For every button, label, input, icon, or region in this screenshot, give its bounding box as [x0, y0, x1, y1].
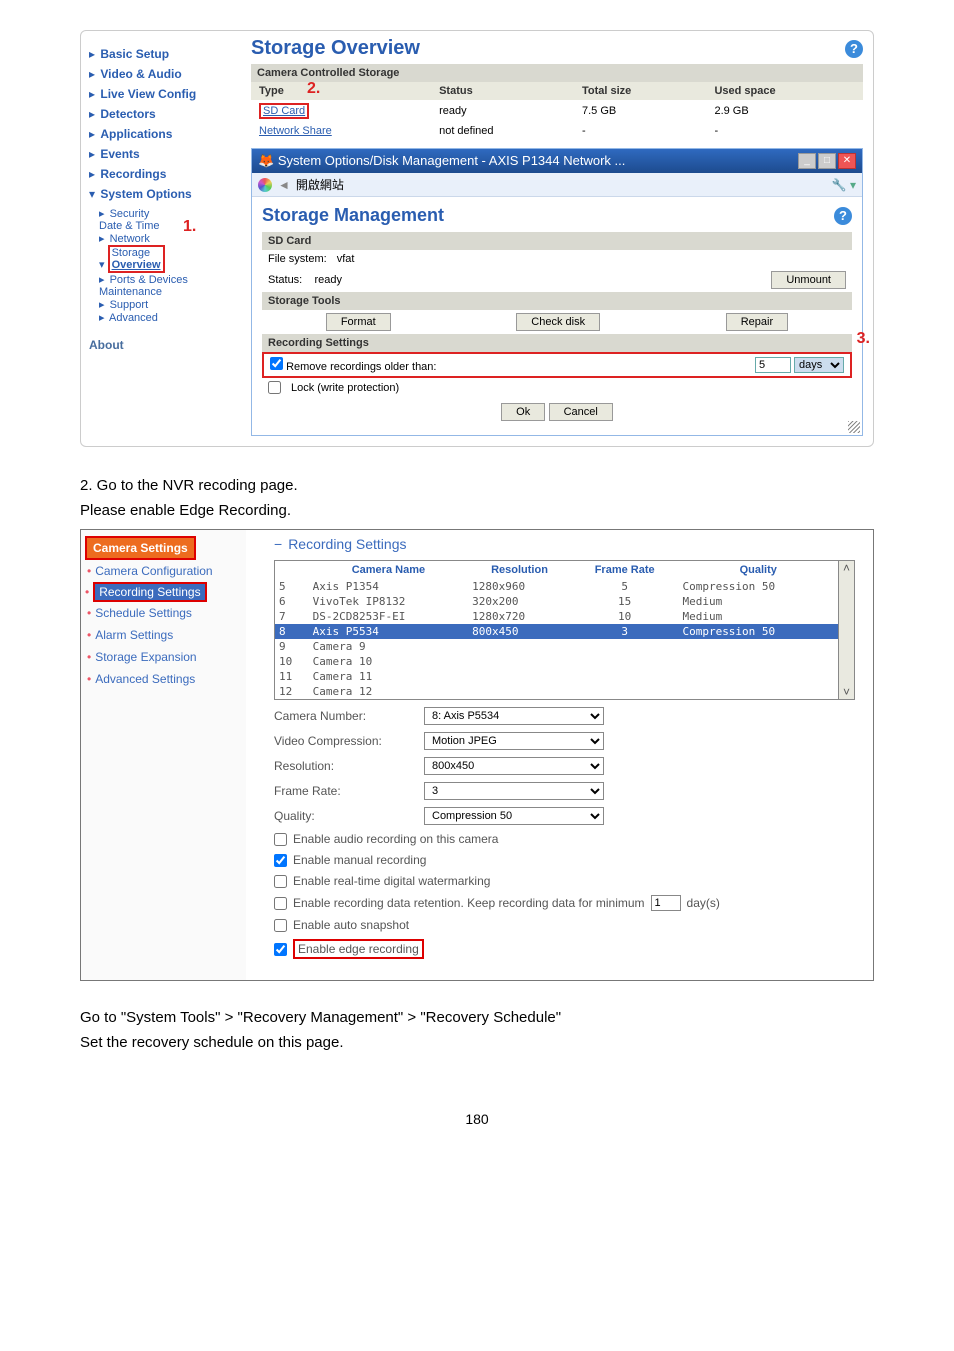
table-row-selected[interactable]: 8Axis P5534800x4503Compression 50	[275, 624, 838, 639]
enable-manual-checkbox[interactable]	[274, 854, 287, 867]
storage-table: Type 2. Status Total size Used space SD …	[251, 82, 863, 140]
annotation-1: 1.	[183, 218, 196, 236]
scrollbar[interactable]: ˄˅	[839, 560, 855, 700]
table-row[interactable]: 10Camera 10	[275, 654, 838, 669]
nav-advanced-settings[interactable]: •Advanced Settings	[85, 668, 242, 690]
camera-list-table[interactable]: Camera Name Resolution Frame Rate Qualit…	[275, 561, 838, 699]
lock-checkbox[interactable]	[268, 381, 281, 394]
nav-schedule-settings[interactable]: •Schedule Settings	[85, 602, 242, 624]
quality-select[interactable]: Compression 50	[424, 807, 604, 825]
camera-number-select[interactable]: 8: Axis P5534	[424, 707, 604, 725]
table-row[interactable]: 7DS-2CD8253F-EI1280x72010Medium	[275, 609, 838, 624]
disk-management-dialog: 🦊 System Options/Disk Management - AXIS …	[251, 148, 863, 436]
storage-overview-main: Storage Overview ? Camera Controlled Sto…	[241, 31, 873, 446]
camera-settings-screenshot: Camera Settings •Camera Configuration •R…	[80, 529, 874, 981]
enable-autosnapshot-checkbox[interactable]	[274, 919, 287, 932]
palette-icon	[258, 178, 272, 192]
nav-video-audio[interactable]: ▸ Video & Audio	[89, 67, 233, 81]
table-row[interactable]: 12Camera 12	[275, 684, 838, 699]
footer-line-1: Go to "System Tools" > "Recovery Managem…	[80, 1009, 874, 1026]
instruction-1: 2. Go to the NVR recoding page.	[80, 477, 874, 494]
footer-line-2: Set the recovery schedule on this page.	[80, 1034, 874, 1051]
nav-events[interactable]: ▸ Events	[89, 147, 233, 161]
sdcard-section-header: SD Card	[262, 232, 852, 250]
enable-watermark-checkbox[interactable]	[274, 875, 287, 888]
table-row[interactable]: 5Axis P13541280x9605Compression 50	[275, 579, 838, 594]
storage-overview-screenshot: ▸ Basic Setup ▸ Video & Audio ▸ Live Vie…	[80, 30, 874, 447]
camera-settings-header: Camera Settings	[85, 536, 196, 560]
table-row: SD Card ready 7.5 GB 2.9 GB	[251, 100, 863, 122]
ok-button[interactable]: Ok	[501, 403, 545, 421]
page-number: 180	[80, 1111, 874, 1127]
axis-left-nav: ▸ Basic Setup ▸ Video & Audio ▸ Live Vie…	[81, 31, 241, 446]
mgmt-title: Storage Management	[262, 205, 444, 226]
page-title: Storage Overview	[251, 37, 420, 60]
instruction-2: Please enable Edge Recording.	[80, 502, 874, 519]
dialog-titlebar: 🦊 System Options/Disk Management - AXIS …	[252, 149, 862, 173]
recording-settings-title: −Recording Settings	[274, 536, 855, 552]
nav-camera-config[interactable]: •Camera Configuration	[85, 560, 242, 582]
nav-recordings[interactable]: ▸ Recordings	[89, 167, 233, 181]
enable-edge-checkbox[interactable]	[274, 943, 287, 956]
nav-applications[interactable]: ▸ Applications	[89, 127, 233, 141]
nav-about[interactable]: About	[89, 338, 233, 352]
nav-alarm-settings[interactable]: •Alarm Settings	[85, 624, 242, 646]
annotation-2: 2.	[307, 80, 320, 98]
nav-advanced[interactable]: ▸ Advanced	[99, 311, 233, 324]
firefox-icon: 🦊	[258, 153, 274, 168]
nav-storage[interactable]: ▾ StorageOverview	[99, 245, 233, 273]
dialog-toolbar: ◄ 開啟網站 🔧 ▾	[252, 173, 862, 197]
nav-recording-settings[interactable]: Recording Settings	[93, 582, 206, 602]
nav-security[interactable]: ▸ Security	[99, 207, 233, 220]
nav-overview: Overview	[112, 259, 161, 271]
check-disk-button[interactable]: Check disk	[516, 313, 600, 331]
nav-storage-expansion[interactable]: •Storage Expansion	[85, 646, 242, 668]
minimize-button[interactable]: _	[798, 153, 816, 169]
recording-settings-main: −Recording Settings Camera Name Resoluti…	[246, 530, 873, 980]
help-icon[interactable]: ?	[845, 40, 863, 58]
video-compression-select[interactable]: Motion JPEG	[424, 732, 604, 750]
recording-settings-header: Recording Settings3.	[262, 334, 852, 352]
enable-audio-checkbox[interactable]	[274, 833, 287, 846]
remove-recordings-checkbox[interactable]	[270, 357, 283, 370]
frame-rate-select[interactable]: 3	[424, 782, 604, 800]
nvr-left-nav: Camera Settings •Camera Configuration •R…	[81, 530, 246, 980]
nav-basic-setup[interactable]: ▸ Basic Setup	[89, 47, 233, 61]
nav-ports-devices[interactable]: ▸ Ports & Devices	[99, 273, 233, 286]
network-share-link[interactable]: Network Share	[259, 125, 332, 137]
nav-detectors[interactable]: ▸ Detectors	[89, 107, 233, 121]
remove-days-input[interactable]	[755, 357, 791, 373]
table-row: Network Share not defined - -	[251, 122, 863, 140]
resolution-select[interactable]: 800x450	[424, 757, 604, 775]
nav-maintenance[interactable]: Maintenance	[99, 286, 233, 298]
camera-storage-header: Camera Controlled Storage	[251, 64, 863, 82]
nav-live-view[interactable]: ▸ Live View Config	[89, 87, 233, 101]
help-icon[interactable]: ?	[834, 207, 852, 225]
retention-days-input[interactable]	[651, 895, 681, 911]
storage-tools-header: Storage Tools	[262, 292, 852, 310]
table-row[interactable]: 9Camera 9	[275, 639, 838, 654]
unmount-button[interactable]: Unmount	[771, 271, 846, 289]
sd-card-link[interactable]: SD Card	[263, 105, 305, 117]
nav-support[interactable]: ▸ Support	[99, 298, 233, 311]
enable-retention-checkbox[interactable]	[274, 897, 287, 910]
repair-button[interactable]: Repair	[726, 313, 788, 331]
nav-system-options[interactable]: ▾ System Options	[89, 187, 233, 201]
remove-unit-select[interactable]: days	[794, 357, 844, 373]
table-row[interactable]: 6VivoTek IP8132320x20015Medium	[275, 594, 838, 609]
nav-network[interactable]: ▸ Network	[99, 232, 233, 245]
close-button[interactable]: ✕	[838, 153, 856, 169]
maximize-button[interactable]: □	[818, 153, 836, 169]
annotation-3: 3.	[857, 330, 870, 348]
resize-grip-icon[interactable]	[848, 421, 860, 433]
nav-date-time[interactable]: Date & Time 1.	[99, 220, 233, 232]
cancel-button[interactable]: Cancel	[549, 403, 613, 421]
format-button[interactable]: Format	[326, 313, 391, 331]
table-row[interactable]: 11Camera 11	[275, 669, 838, 684]
